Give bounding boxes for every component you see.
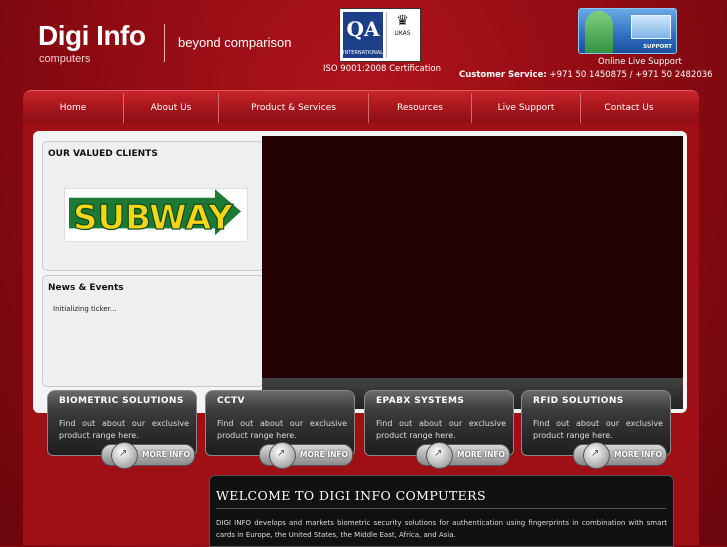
support-banner-label: SUPPORT: [643, 44, 672, 50]
monitor-icon: [631, 15, 671, 39]
biometric-more-info-button[interactable]: ↗ MORE INFO: [101, 442, 195, 469]
nav-live-support[interactable]: Live Support: [472, 91, 580, 123]
customer-service-numbers: +971 50 1450875 / +971 50 2482036: [549, 70, 713, 80]
cctv-more-info-button[interactable]: ↗ MORE INFO: [259, 442, 353, 469]
nav-product-services[interactable]: Product & Services: [219, 91, 368, 123]
qa-logo: QA INTERNATIONAL: [343, 12, 383, 58]
nav-resources[interactable]: Resources: [369, 91, 471, 123]
nav-about-us[interactable]: About Us: [124, 91, 218, 123]
subway-logo-graphic: SUBWAY: [69, 189, 241, 239]
nav-home[interactable]: Home: [23, 91, 123, 123]
logo-subtitle: computers: [39, 53, 91, 65]
news-ticker: Initializing ticker...: [53, 305, 117, 313]
arrow-icon: ↗: [426, 442, 453, 469]
product-tile-description: Find out about our exclusive product ran…: [59, 419, 189, 440]
certification-badge: QA INTERNATIONAL ♛ UKAS: [339, 8, 421, 62]
product-tile-title: CCTV: [217, 396, 245, 406]
qa-logo-text: QA: [346, 17, 380, 41]
welcome-divider: [216, 508, 666, 509]
more-info-label: MORE INFO: [457, 450, 505, 459]
more-info-label: MORE INFO: [614, 450, 662, 459]
qa-logo-sub: INTERNATIONAL: [343, 50, 384, 56]
welcome-text: DIGI INFO develops and markets biometric…: [216, 519, 667, 539]
more-info-label: MORE INFO: [300, 450, 348, 459]
live-support-banner[interactable]: SUPPORT: [578, 8, 677, 54]
online-live-support-link[interactable]: Online Live Support: [598, 57, 682, 67]
arrow-icon: ↗: [583, 442, 610, 469]
crown-icon: ♛: [396, 13, 409, 29]
nav-contact-us[interactable]: Contact Us: [581, 91, 677, 123]
customer-service-label: Customer Service:: [459, 70, 547, 80]
welcome-title: WELCOME TO DIGI INFO COMPUTERS: [216, 488, 486, 503]
main-nav: Home About Us Product & Services Resourc…: [23, 90, 699, 123]
subway-logo-text: SUBWAY: [73, 198, 233, 238]
product-tile-title: RFID SOLUTIONS: [533, 396, 624, 406]
rfid-more-info-button[interactable]: ↗ MORE INFO: [573, 442, 667, 469]
product-tile-description: Find out about our exclusive product ran…: [533, 419, 663, 440]
news-events-panel: News & Events Initializing ticker...: [42, 275, 264, 387]
tagline: beyond comparison: [178, 35, 292, 50]
subway-logo[interactable]: SUBWAY: [64, 188, 248, 242]
support-person-icon: [585, 11, 613, 53]
valued-clients-panel: OUR VALUED CLIENTS SUBWAY: [42, 141, 264, 271]
product-tile-description: Find out about our exclusive product ran…: [376, 419, 506, 440]
product-tile-title: EPABX SYSTEMS: [376, 396, 465, 406]
logo-title[interactable]: Digi Info: [38, 20, 146, 52]
ukas-text: UKAS: [394, 30, 411, 37]
iso-certification: ISO 9001:2008 Certification: [323, 64, 441, 74]
epabx-more-info-button[interactable]: ↗ MORE INFO: [416, 442, 510, 469]
customer-service: Customer Service: +971 50 1450875 / +971…: [459, 70, 713, 80]
product-tile-description: Find out about our exclusive product ran…: [217, 419, 347, 440]
arrow-icon: ↗: [269, 442, 296, 469]
arrow-icon: ↗: [111, 442, 138, 469]
ukas-logo: ♛ UKAS: [386, 12, 418, 58]
banner-slideshow[interactable]: [262, 136, 683, 409]
logo-divider: [164, 24, 165, 62]
product-tile-title: BIOMETRIC SOLUTIONS: [59, 396, 184, 406]
news-events-title: News & Events: [48, 283, 124, 293]
valued-clients-title: OUR VALUED CLIENTS: [48, 149, 158, 159]
more-info-label: MORE INFO: [142, 450, 190, 459]
welcome-panel: WELCOME TO DIGI INFO COMPUTERS DIGI INFO…: [209, 475, 674, 547]
